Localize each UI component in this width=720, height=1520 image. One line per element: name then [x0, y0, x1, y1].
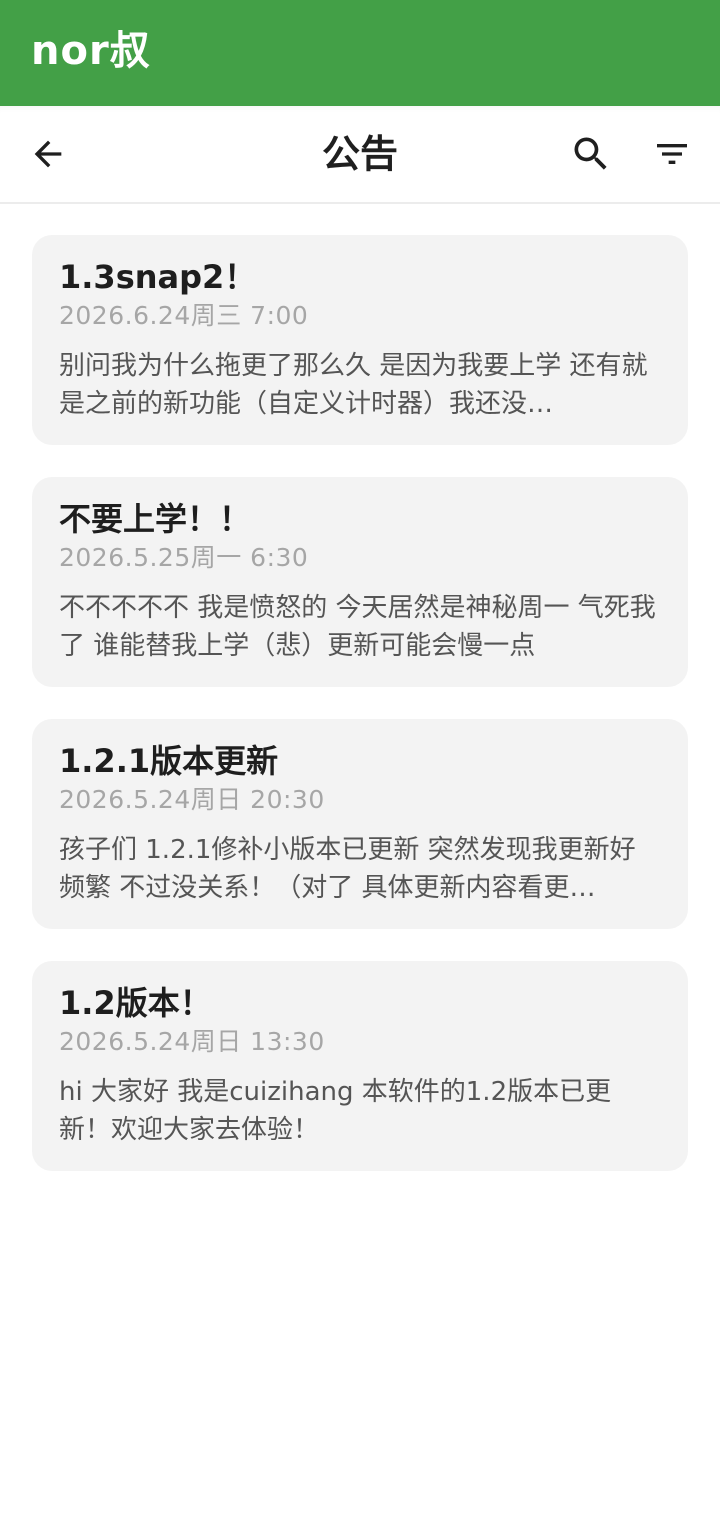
announcement-card[interactable]: 1.3snap2！ 2026.6.24周三 7:00 别问我为什么拖更了那么久 … [32, 235, 688, 445]
announcement-date: 2026.5.24周日 20:30 [59, 785, 325, 814]
announcement-body: 别问我为什么拖更了那么久 是因为我要上学 还有就是之前的新功能（自定义计时器）我… [59, 351, 648, 419]
filter-icon [657, 144, 687, 164]
arrow-left-icon [34, 140, 62, 168]
search-icon [574, 137, 607, 170]
announcement-date: 2026.6.24周三 7:00 [59, 301, 309, 330]
announcement-title: 不要上学！！ [59, 500, 252, 538]
filter-button[interactable] [644, 126, 700, 182]
app-bar: nor叔 [0, 0, 720, 106]
announcement-date: 2026.5.24周日 13:30 [59, 1027, 325, 1056]
announcement-body: 孩子们 1.2.1修补小版本已更新 突然发现我更新好频繁 不过没关系！（对了 具… [59, 835, 636, 903]
announcement-body: 不不不不不 我是愤怒的 今天居然是神秘周一 气死我了 谁能替我上学（悲）更新可能… [59, 593, 656, 661]
search-button[interactable] [563, 126, 619, 182]
announcement-date: 2026.5.25周一 6:30 [59, 543, 309, 572]
app-title: nor叔 [31, 28, 151, 74]
toolbar: 公告 [0, 106, 720, 204]
announcement-card[interactable]: 不要上学！！ 2026.5.25周一 6:30 不不不不不 我是愤怒的 今天居然… [32, 477, 688, 687]
back-button[interactable] [20, 126, 76, 182]
announcement-title: 1.3snap2！ [59, 258, 257, 296]
announcement-body: hi 大家好 我是cuizihang 本软件的1.2版本已更新！欢迎大家去体验！ [59, 1077, 612, 1145]
announcement-list: 1.3snap2！ 2026.6.24周三 7:00 别问我为什么拖更了那么久 … [32, 235, 688, 1203]
page-title: 公告 [321, 132, 398, 176]
announcement-card[interactable]: 1.2.1版本更新 2026.5.24周日 20:30 孩子们 1.2.1修补小… [32, 719, 688, 929]
announcement-title: 1.2版本！ [59, 984, 212, 1022]
announcement-card[interactable]: 1.2版本！ 2026.5.24周日 13:30 hi 大家好 我是cuizih… [32, 961, 688, 1171]
announcement-title: 1.2.1版本更新 [59, 742, 279, 780]
